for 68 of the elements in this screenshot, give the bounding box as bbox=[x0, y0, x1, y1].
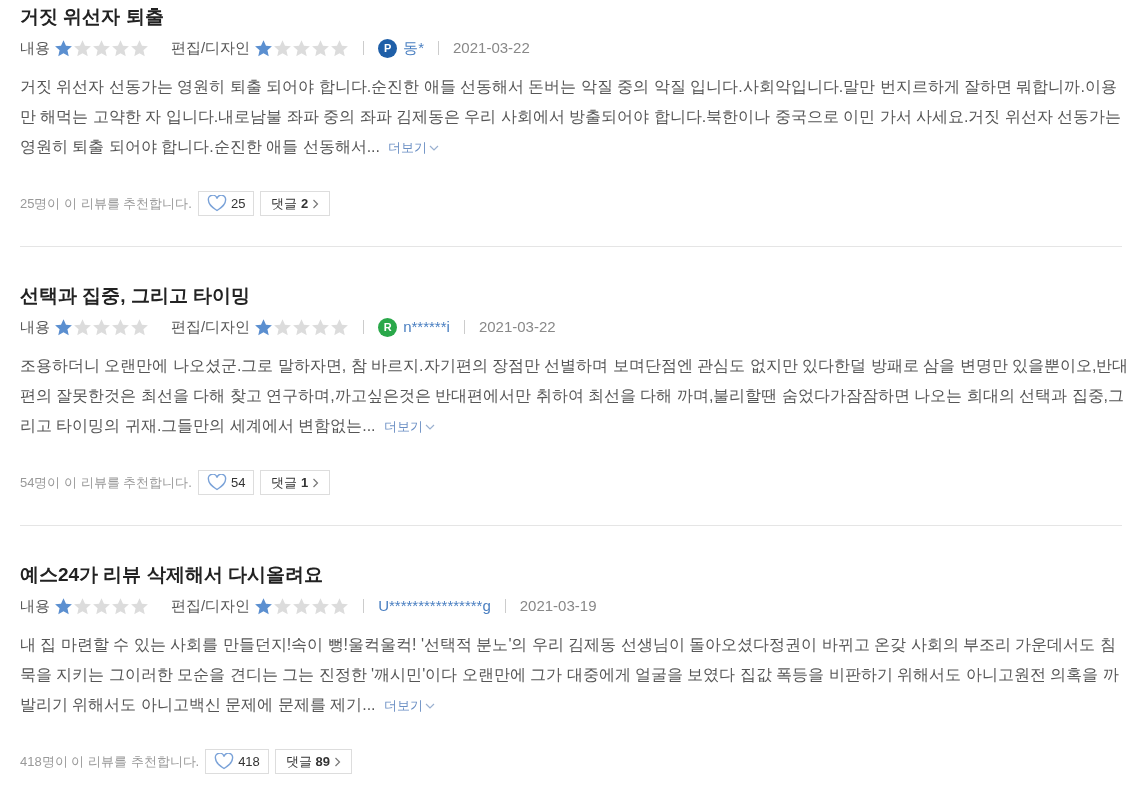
like-button[interactable]: 54 bbox=[197, 470, 255, 495]
heart-icon bbox=[214, 753, 235, 770]
star-icon bbox=[330, 317, 350, 337]
rating-label: 내용 bbox=[20, 38, 50, 58]
like-button[interactable]: 25 bbox=[197, 191, 255, 216]
chevron-right-icon bbox=[312, 198, 320, 209]
rating-label: 편집/디자인 bbox=[171, 596, 251, 616]
star-icon bbox=[330, 596, 350, 616]
review-date: 2021-03-19 bbox=[519, 596, 597, 616]
star-icon bbox=[92, 596, 111, 616]
heart-icon bbox=[206, 195, 227, 212]
review-date: 2021-03-22 bbox=[478, 317, 556, 337]
comments-button[interactable]: 댓글 89 bbox=[274, 749, 352, 774]
chevron-down-icon bbox=[429, 144, 439, 152]
star-icon bbox=[73, 38, 92, 58]
star-icon bbox=[130, 317, 149, 337]
star-icon bbox=[73, 596, 92, 616]
star-icon bbox=[130, 38, 149, 58]
user-badge: P bbox=[378, 38, 398, 58]
rating-label: 편집/디자인 bbox=[171, 317, 251, 337]
star-icon bbox=[311, 38, 331, 58]
recommend-text: 418명이 이 리뷰를 추천합니다. bbox=[20, 752, 200, 771]
review-body: 조용하더니 오랜만에 나오셨군.그로 말하자면, 참 바르지.자기편의 장점만 선별하며 보며단점엔 관심도 없지만 있다한덜 방패로 삼을 변명만 있을뿐이오,반대편의 잘못한것은 최선을 다해 찾고 연구하며,까고싶은것은 반대편에서만 취하여 최선을 다해 까며,불리할땐 숨었다가잠잠하면 나오는 희대의 선택과 집중,그리고 타이밍의 귀재.그들만의 세계에서 변함없는... 더보기 bbox=[20, 351, 1130, 442]
star-icon bbox=[111, 596, 130, 616]
review-date: 2021-03-22 bbox=[453, 38, 530, 58]
star-icon bbox=[254, 38, 274, 58]
chevron-down-icon bbox=[424, 702, 435, 710]
star-icon bbox=[130, 596, 149, 616]
author-link[interactable]: 동* bbox=[403, 38, 424, 58]
star-icon bbox=[292, 38, 312, 58]
chevron-right-icon bbox=[333, 756, 341, 767]
heart-icon bbox=[206, 474, 227, 491]
like-button[interactable]: 418 bbox=[205, 749, 269, 774]
star-icon bbox=[273, 317, 293, 337]
rating-label: 내용 bbox=[20, 596, 50, 616]
review-title: 예스24가 리뷰 삭제해서 다시올려요 bbox=[20, 563, 324, 587]
star-icon bbox=[292, 596, 312, 616]
star-icon bbox=[73, 317, 92, 337]
comments-button[interactable]: 댓글 2 bbox=[260, 191, 331, 216]
star-icon bbox=[273, 596, 293, 616]
star-icon bbox=[254, 596, 274, 616]
review-body: 내 집 마련할 수 있는 사회를 만들던지!속이 뻥!울컥울컥! '선택적 분노'의 우리 김제동 선생님이 돌아오셨다정권이 바뀌고 온갖 사회의 부조리 가운데서도 침묵을 지키는 그이러한 모순을 견디는 그는 진정한 '깨시민'이다 오랜만에 그가 대중에게 얼굴을 보였다 집값 폭등을 비판하기 위해서도 아니고원전 의혹을 까발리기 위해서도 아니고백신 문제에 문제를 제기... 더보기 bbox=[20, 630, 1130, 721]
star-icon bbox=[330, 38, 350, 58]
star-icon bbox=[111, 317, 130, 337]
review-title: 선택과 집중, 그리고 타이밍 bbox=[20, 284, 252, 308]
star-icon bbox=[54, 38, 73, 58]
user-badge: R bbox=[378, 317, 398, 337]
author-link[interactable]: U****************g bbox=[378, 596, 491, 616]
star-icon bbox=[273, 38, 293, 58]
author-link[interactable]: n******i bbox=[403, 317, 450, 337]
review-title: 거짓 위선자 퇴출 bbox=[20, 5, 165, 29]
rating-label: 내용 bbox=[20, 317, 50, 337]
star-icon bbox=[292, 317, 312, 337]
recommend-text: 54명이 이 리뷰를 추천합니다. bbox=[20, 473, 192, 492]
star-icon bbox=[54, 596, 73, 616]
star-icon bbox=[311, 317, 331, 337]
chevron-down-icon bbox=[424, 423, 435, 431]
rating-label: 편집/디자인 bbox=[171, 38, 251, 58]
recommend-text: 25명이 이 리뷰를 추천합니다. bbox=[20, 194, 192, 213]
review-body: 거짓 위선자 선동가는 영원히 퇴출 되어야 합니다.순진한 애들 선동해서 돈버는 악질 중의 악질 입니다.사회악입니다.말만 번지르하게 잘하면 뭐합니까.이용만 해먹는 고약한 자 입니다.내로남불 좌파 중의 좌파 김제동은 우리 사회에서 방출되어야 합니다.북한이나 중국으로 이민 가서 사세요.거짓 위선자 선동가는 영원히 퇴출 되어야 합니다.순진한 애들 선동해서... 더보기 bbox=[20, 72, 1130, 163]
star-icon bbox=[111, 38, 130, 58]
star-icon bbox=[54, 317, 73, 337]
star-icon bbox=[254, 317, 274, 337]
comments-button[interactable]: 댓글 1 bbox=[260, 470, 331, 495]
star-icon bbox=[92, 317, 111, 337]
chevron-right-icon bbox=[312, 477, 320, 488]
star-icon bbox=[311, 596, 331, 616]
star-icon bbox=[92, 38, 111, 58]
